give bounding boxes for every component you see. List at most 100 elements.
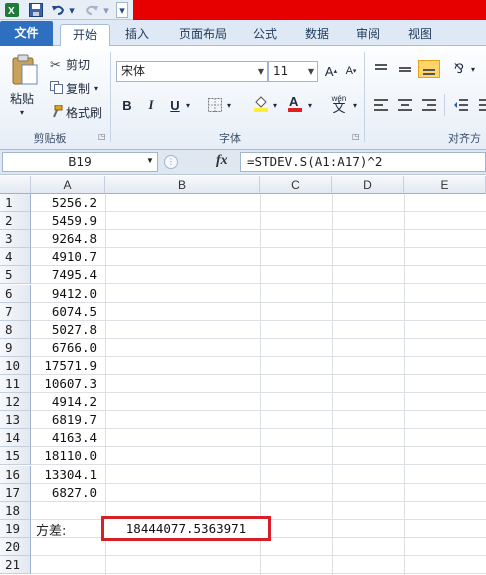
tab-home[interactable]: 开始 — [60, 24, 110, 47]
save-icon[interactable] — [28, 2, 44, 18]
align-bottom-icon[interactable] — [418, 60, 440, 78]
column-header-c[interactable]: C — [260, 176, 332, 194]
font-size-select[interactable]: 11 ▼ — [268, 61, 318, 82]
font-name-select[interactable]: 宋体 ▼ — [116, 61, 268, 82]
tab-data[interactable]: 数据 — [295, 24, 339, 46]
tab-view[interactable]: 视图 — [398, 24, 442, 46]
cell-a-value[interactable]: 6766.0 — [31, 339, 105, 357]
grow-font-icon[interactable]: A ▴ — [322, 62, 340, 80]
cell-a-value[interactable]: 4914.2 — [31, 393, 105, 411]
phonetic-guide-icon[interactable]: wén 文 — [328, 94, 350, 114]
row-header[interactable]: 10 — [0, 356, 31, 375]
cell-a-value[interactable]: 18110.0 — [31, 447, 105, 465]
tab-insert[interactable]: 插入 — [115, 24, 159, 46]
format-painter-button[interactable]: 格式刷 — [50, 104, 102, 121]
cell-a-value[interactable]: 6074.5 — [31, 303, 105, 321]
cell-a-value[interactable]: 4910.7 — [31, 248, 105, 266]
row-header[interactable]: 17 — [0, 483, 31, 502]
insert-function-icon[interactable]: fx — [216, 153, 228, 169]
tab-file[interactable]: 文件 — [0, 21, 53, 46]
redo-icon[interactable] — [84, 2, 100, 18]
variance-label[interactable]: 方差: — [36, 520, 66, 539]
orientation-dropdown-icon[interactable]: ▾ — [468, 60, 478, 78]
paste-button[interactable]: 粘贴 — [10, 90, 34, 107]
paste-icon[interactable] — [8, 52, 42, 88]
clipboard-launcher-icon[interactable]: ◳ — [98, 132, 106, 141]
borders-icon[interactable] — [206, 96, 224, 114]
redo-dropdown-icon[interactable]: ▾ — [101, 2, 111, 18]
variance-result-cell[interactable]: 18444077.5363971 — [101, 516, 271, 541]
cell-a-value[interactable]: 5256.2 — [31, 194, 105, 212]
row-header[interactable]: 7 — [0, 302, 31, 321]
cell-a-value[interactable]: 7495.4 — [31, 266, 105, 284]
row-header[interactable]: 11 — [0, 375, 31, 394]
name-box-dropdown-icon[interactable]: ▼ — [146, 156, 154, 165]
row-header[interactable]: 9 — [0, 338, 31, 357]
orientation-icon[interactable]: ⅋ — [450, 60, 468, 78]
row-header[interactable]: 18 — [0, 501, 31, 520]
cell-a-value[interactable]: 9412.0 — [31, 285, 105, 303]
cell-a-value[interactable]: 6819.7 — [31, 411, 105, 429]
align-top-icon[interactable] — [372, 60, 390, 78]
row-header[interactable]: 19 — [0, 519, 31, 538]
row-header[interactable]: 6 — [0, 284, 31, 303]
cell-a-value[interactable]: 4163.4 — [31, 429, 105, 447]
column-header-a[interactable]: A — [31, 176, 105, 194]
select-all-corner[interactable] — [0, 176, 31, 194]
fill-color-icon[interactable] — [252, 94, 270, 112]
row-header[interactable]: 16 — [0, 465, 31, 484]
underline-button[interactable]: U — [166, 96, 184, 114]
align-middle-icon[interactable] — [396, 60, 414, 78]
customize-toolbar-icon[interactable]: ▾ — [116, 2, 128, 18]
column-header-e[interactable]: E — [404, 176, 486, 194]
row-header[interactable]: 4 — [0, 248, 31, 267]
undo-icon[interactable] — [50, 2, 66, 18]
cell-a-value[interactable]: 10607.3 — [31, 375, 105, 393]
row-header[interactable]: 1 — [0, 194, 31, 213]
cell-a-value[interactable]: 6827.0 — [31, 484, 105, 502]
bold-button[interactable]: B — [118, 96, 136, 114]
row-header[interactable]: 8 — [0, 320, 31, 339]
copy-button[interactable]: 复制 ▾ — [50, 80, 98, 97]
cell-a-value[interactable]: 9264.8 — [31, 230, 105, 248]
decrease-indent-icon[interactable] — [452, 96, 470, 114]
font-color-icon[interactable]: A — [286, 94, 304, 112]
align-right-icon[interactable] — [420, 96, 438, 114]
cell-a-value[interactable]: 17571.9 — [31, 357, 105, 375]
paste-dropdown-icon[interactable]: ▾ — [20, 108, 24, 117]
align-center-icon[interactable] — [396, 96, 414, 114]
column-header-d[interactable]: D — [332, 176, 404, 194]
cell-a-value[interactable]: 5027.8 — [31, 321, 105, 339]
cell-a-value[interactable]: 5459.9 — [31, 212, 105, 230]
underline-dropdown-icon[interactable]: ▾ — [183, 96, 193, 114]
borders-dropdown-icon[interactable]: ▾ — [224, 96, 234, 114]
resize-handle-icon[interactable]: ⋮ — [164, 155, 178, 169]
fill-color-dropdown-icon[interactable]: ▾ — [270, 96, 280, 114]
row-header[interactable]: 5 — [0, 266, 31, 285]
row-header[interactable]: 13 — [0, 411, 31, 430]
italic-button[interactable]: I — [142, 96, 160, 114]
row-header[interactable]: 15 — [0, 447, 31, 466]
column-header-b[interactable]: B — [105, 176, 260, 194]
undo-dropdown-icon[interactable]: ▾ — [67, 2, 77, 18]
row-header[interactable]: 12 — [0, 393, 31, 412]
phonetic-dropdown-icon[interactable]: ▾ — [350, 96, 360, 114]
row-header[interactable]: 21 — [0, 556, 31, 575]
shrink-font-icon[interactable]: A ▾ — [342, 62, 360, 80]
tab-review[interactable]: 审阅 — [346, 24, 390, 46]
increase-indent-icon[interactable] — [472, 96, 486, 114]
row-header[interactable]: 3 — [0, 230, 31, 249]
font-launcher-icon[interactable]: ◳ — [352, 132, 360, 141]
row-header[interactable]: 20 — [0, 537, 31, 556]
font-color-dropdown-icon[interactable]: ▾ — [305, 96, 315, 114]
tab-formulas[interactable]: 公式 — [243, 24, 287, 46]
name-box[interactable]: B19 — [2, 152, 158, 172]
tab-page-layout[interactable]: 页面布局 — [168, 24, 238, 46]
row-header[interactable]: 14 — [0, 429, 31, 448]
row-header[interactable]: 2 — [0, 212, 31, 231]
cell-a-value[interactable]: 13304.1 — [31, 466, 105, 484]
copy-dropdown-icon[interactable]: ▾ — [94, 84, 98, 93]
cut-button[interactable]: ✂ 剪切 — [50, 56, 90, 73]
formula-input[interactable]: =STDEV.S(A1:A17)^2 — [240, 152, 486, 172]
align-left-icon[interactable] — [372, 96, 390, 114]
